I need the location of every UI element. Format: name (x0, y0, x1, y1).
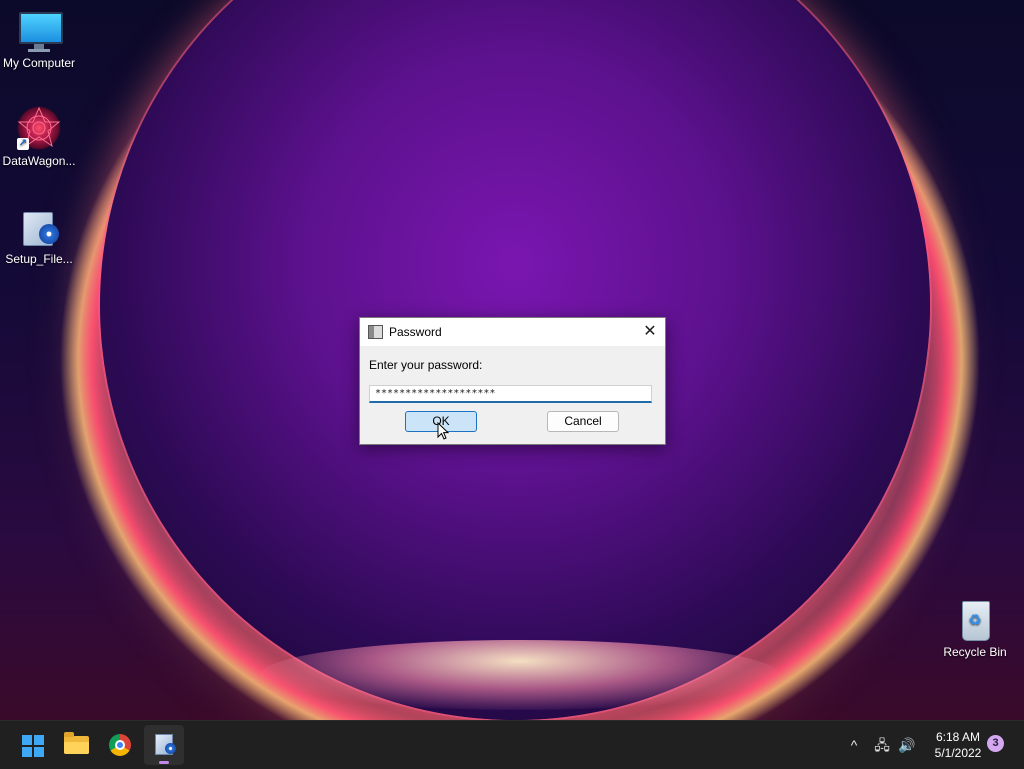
network-icon[interactable]: 🖧 (872, 735, 892, 755)
taskbar: ^ 🖧 🔊 6:18 AM 5/1/2022 (0, 720, 1024, 769)
active-indicator (159, 761, 169, 764)
password-input[interactable] (369, 385, 652, 403)
shortcut-arrow-icon: ↗ (17, 138, 29, 150)
app-window-icon (368, 325, 383, 339)
desktop-icon-label: Recycle Bin (943, 645, 1007, 659)
clock[interactable]: 6:18 AM 5/1/2022 (926, 729, 990, 761)
installer-icon (17, 204, 61, 248)
desktop-icon-label: Setup_File... (5, 252, 73, 266)
close-button[interactable]: ✕ (635, 318, 665, 346)
desktop-icon-label: My Computer (2, 56, 76, 70)
notification-badge[interactable]: 3 (987, 735, 1004, 752)
chrome-icon (109, 734, 131, 756)
wallpaper-glow (260, 640, 780, 710)
clock-time: 6:18 AM (935, 730, 981, 744)
desktop-icon-label: DataWagon... (2, 154, 76, 168)
dialog-title: Password (389, 325, 442, 339)
mouse-cursor-icon (437, 422, 449, 440)
volume-icon[interactable]: 🔊 (897, 735, 917, 755)
folder-icon (64, 732, 89, 754)
taskbar-chrome[interactable] (100, 725, 140, 765)
desktop-icon-datawagon[interactable]: ↗ DataWagon... (0, 106, 78, 168)
taskbar-file-explorer[interactable] (56, 725, 96, 765)
clock-date: 5/1/2022 (934, 746, 982, 760)
dialog-titlebar[interactable]: Password ✕ (360, 318, 665, 346)
desktop-icon-my-computer[interactable]: My Computer (0, 8, 78, 70)
desktop-icon-recycle-bin[interactable]: ♻ Recycle Bin (936, 597, 1014, 659)
taskbar-setup[interactable] (144, 725, 184, 765)
recycle-bin-icon: ♻ (953, 597, 997, 641)
disc-icon (165, 743, 176, 754)
monitor-icon (17, 8, 63, 52)
chevron-up-icon[interactable]: ^ (844, 735, 864, 755)
desktop-icon-setup-file[interactable]: Setup_File... (0, 204, 78, 266)
windows-logo-icon (22, 735, 44, 757)
password-dialog: Password ✕ Enter your password: OK Cance… (359, 317, 666, 445)
start-button[interactable] (12, 725, 52, 765)
cancel-button[interactable]: Cancel (547, 411, 619, 432)
fractal-icon: ↗ (17, 106, 61, 150)
password-prompt: Enter your password: (369, 358, 483, 372)
